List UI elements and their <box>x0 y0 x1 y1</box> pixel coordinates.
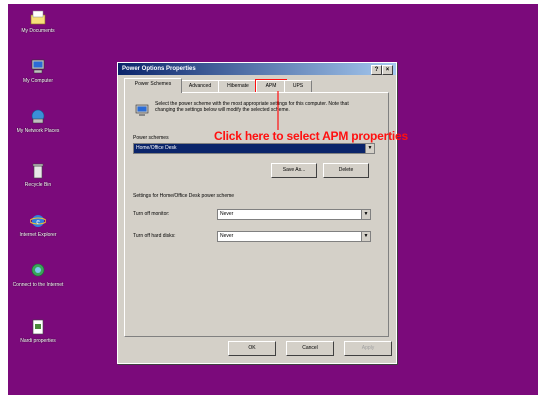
desktop-icon-label: My Network Places <box>16 128 60 134</box>
tab-power-schemes[interactable]: Power Schemes <box>124 78 182 93</box>
chevron-down-icon[interactable]: ▼ <box>365 144 374 153</box>
description-text: Select the power scheme with the most ap… <box>155 101 349 113</box>
hard-disks-label: Turn off hard disks: <box>133 233 176 239</box>
power-scheme-icon <box>135 104 149 116</box>
ok-button[interactable]: OK <box>228 341 276 356</box>
power-options-dialog: Power Options Properties ? × Power Schem… <box>117 62 397 364</box>
desktop-icon-nardi-properties[interactable]: Nardi properties <box>12 318 64 344</box>
apm-instruction-callout: Click here to select APM properties <box>214 129 408 143</box>
desktop-icon-my-documents[interactable]: My Documents <box>12 8 64 34</box>
cancel-button[interactable]: Cancel <box>286 341 334 356</box>
monitor-select[interactable]: Never ▼ <box>217 209 371 220</box>
save-as-button[interactable]: Save As... <box>271 163 317 178</box>
desktop-icon-internet-explorer[interactable]: e Internet Explorer <box>12 212 64 238</box>
internet-explorer-icon: e <box>30 215 46 227</box>
desktop-icon-connect-to-internet[interactable]: Connect to the Internet <box>12 262 64 288</box>
close-button[interactable]: × <box>382 65 393 75</box>
recycle-bin-icon <box>32 163 44 179</box>
desktop-icon-label: Nardi properties <box>20 338 56 344</box>
connect-internet-icon <box>31 263 45 277</box>
desktop-icon-label: Connect to the Internet <box>12 282 64 288</box>
help-button[interactable]: ? <box>371 65 382 75</box>
chevron-down-icon[interactable]: ▼ <box>361 232 370 241</box>
tab-apm[interactable]: APM <box>255 79 287 93</box>
hard-disks-select[interactable]: Never ▼ <box>217 231 371 242</box>
desktop-icon-label: My Documents <box>21 28 55 34</box>
document-icon <box>32 319 44 335</box>
delete-button[interactable]: Delete <box>323 163 369 178</box>
network-icon <box>31 109 45 124</box>
desktop-icon-my-network-places[interactable]: My Network Places <box>12 108 64 134</box>
monitor-label: Turn off monitor: <box>133 211 170 217</box>
tab-hibernate[interactable]: Hibernate <box>218 80 258 92</box>
apply-button[interactable]: Apply <box>344 341 392 356</box>
desktop-icon-recycle-bin[interactable]: Recycle Bin <box>12 162 64 188</box>
desktop: My Documents My Computer My Network Plac… <box>8 4 538 395</box>
settings-label: Settings for Home/Office Desk power sche… <box>133 193 235 199</box>
desktop-icon-my-computer[interactable]: My Computer <box>12 58 64 84</box>
folder-icon <box>30 10 46 25</box>
power-scheme-select[interactable]: Home/Office Desk ▼ <box>133 143 375 154</box>
monitor-value: Never <box>220 211 234 217</box>
svg-text:e: e <box>36 217 40 226</box>
hard-disks-value: Never <box>220 233 234 239</box>
desktop-icon-label: Internet Explorer <box>19 232 57 238</box>
tab-advanced[interactable]: Advanced <box>180 80 220 92</box>
desktop-icon-label: My Computer <box>22 78 53 84</box>
desktop-icon-label: Recycle Bin <box>24 182 52 188</box>
computer-icon <box>31 59 45 74</box>
power-scheme-value: Home/Office Desk <box>136 145 177 151</box>
dialog-title: Power Options Properties <box>122 66 196 72</box>
chevron-down-icon[interactable]: ▼ <box>361 210 370 219</box>
dialog-titlebar[interactable]: Power Options Properties ? × <box>118 63 396 75</box>
tab-ups[interactable]: UPS <box>284 80 312 92</box>
power-schemes-label: Power schemes <box>133 135 169 141</box>
